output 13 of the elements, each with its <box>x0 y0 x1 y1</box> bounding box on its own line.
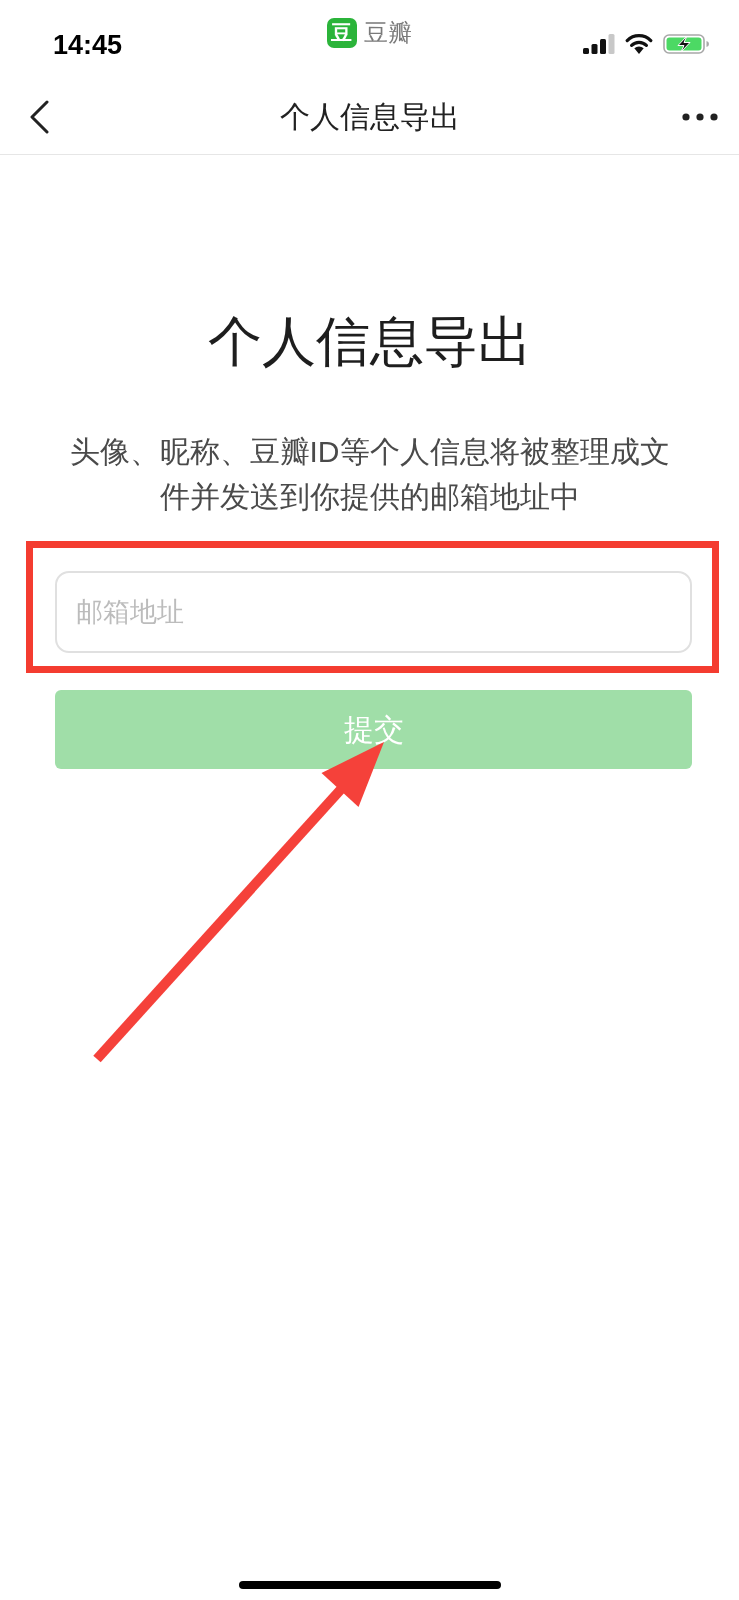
chevron-left-icon <box>28 100 50 134</box>
signal-icon <box>583 34 615 54</box>
nav-title: 个人信息导出 <box>279 99 460 135</box>
back-button[interactable] <box>28 99 50 135</box>
wifi-icon <box>625 34 653 54</box>
description-text: 头像、昵称、豆瓣ID等个人信息将被整理成文件并发送到你提供的邮箱地址中 <box>68 434 671 515</box>
battery-charging-icon <box>663 34 710 54</box>
app-logo: 豆 <box>327 18 357 48</box>
app-name: 豆瓣 <box>364 18 412 48</box>
page-heading: 个人信息导出 <box>207 310 532 373</box>
status-time: 14:45 <box>53 29 123 61</box>
more-icon <box>682 113 718 121</box>
email-field[interactable]: 邮箱地址 <box>55 571 692 653</box>
